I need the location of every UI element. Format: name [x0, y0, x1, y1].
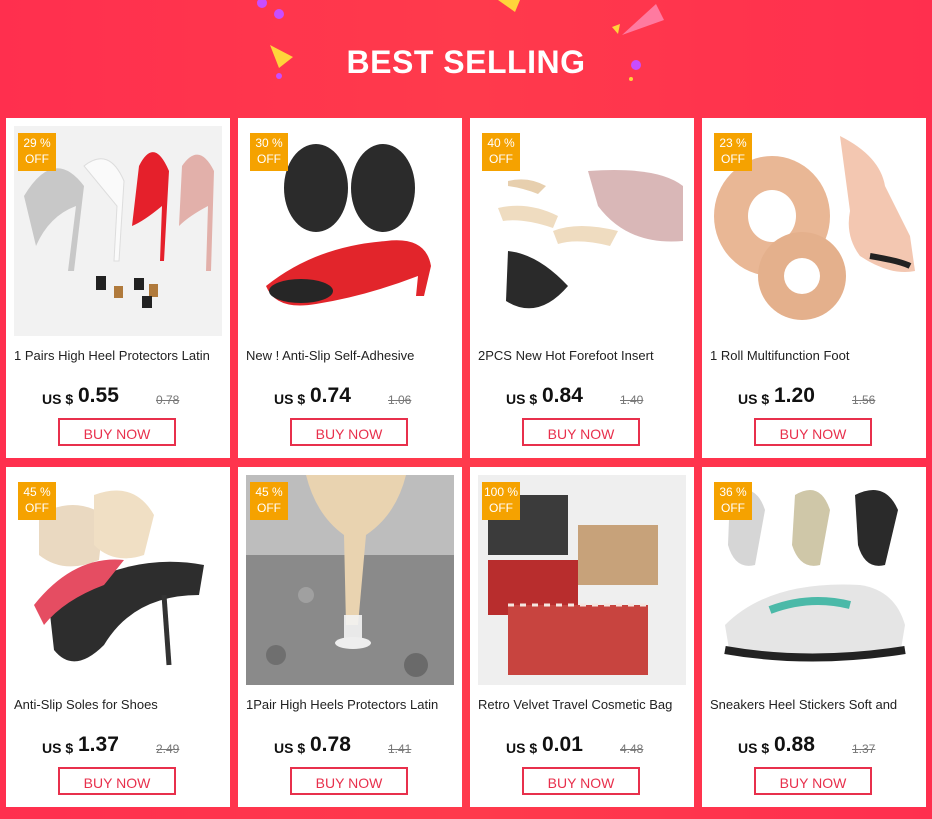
- cosmetic-bag-image[interactable]: 100 % OFF: [478, 475, 686, 685]
- original-price: 4.48: [620, 742, 644, 756]
- discount-badge: 29 % OFF: [18, 133, 56, 171]
- original-price: 1.56: [852, 393, 876, 407]
- product-name[interactable]: 1 Pairs High Heel Protectors Latin: [14, 348, 224, 368]
- sale-price: 1.37: [78, 733, 119, 756]
- discount-badge: 45 % OFF: [18, 482, 56, 520]
- price-row: US $ 0.78 1.41: [274, 733, 454, 763]
- discount-badge: 100 % OFF: [482, 482, 520, 520]
- anti-slip-soles-image[interactable]: 45 % OFF: [14, 475, 222, 685]
- price-row: US $ 1.37 2.49: [42, 733, 222, 763]
- price-row: US $ 0.74 1.06: [274, 384, 454, 414]
- currency-label: US $: [274, 740, 306, 756]
- product-grid: 29 % OFF 1 Pairs High Heel Protectors Lat…: [6, 118, 926, 818]
- sale-price: 1.20: [774, 384, 815, 407]
- original-price: 1.40: [620, 393, 644, 407]
- product-card[interactable]: 45 % OFF 1Pair High Heels Protectors Lati…: [238, 467, 462, 807]
- currency-label: US $: [274, 391, 306, 407]
- currency-label: US $: [506, 740, 538, 756]
- product-card[interactable]: 45 % OFF Anti-Slip Soles for Shoes US $ 1…: [6, 467, 230, 807]
- buy-now-button[interactable]: BUY NOW: [754, 418, 872, 446]
- sale-price: 0.01: [542, 733, 583, 756]
- product-card[interactable]: 23 % OFF 1 Roll Multifunction Foot US $ 1…: [702, 118, 926, 458]
- discount-badge: 36 % OFF: [714, 482, 752, 520]
- sale-price: 0.55: [78, 384, 119, 407]
- discount-badge: 23 % OFF: [714, 133, 752, 171]
- price-row: US $ 1.20 1.56: [738, 384, 918, 414]
- currency-label: US $: [506, 391, 538, 407]
- sale-price: 0.84: [542, 384, 583, 407]
- heel-protector-gravel-image[interactable]: 45 % OFF: [246, 475, 454, 685]
- buy-now-button[interactable]: BUY NOW: [522, 418, 640, 446]
- buy-now-button[interactable]: BUY NOW: [754, 767, 872, 795]
- product-name[interactable]: Retro Velvet Travel Cosmetic Bag: [478, 697, 688, 717]
- original-price: 1.06: [388, 393, 412, 407]
- currency-label: US $: [42, 391, 74, 407]
- discount-badge: 40 % OFF: [482, 133, 520, 171]
- product-name[interactable]: New ! Anti-Slip Self-Adhesive: [246, 348, 456, 368]
- buy-now-button[interactable]: BUY NOW: [290, 767, 408, 795]
- foot-tape-roll-image[interactable]: 23 % OFF: [710, 126, 918, 336]
- price-row: US $ 0.01 4.48: [506, 733, 686, 763]
- sneaker-heel-sticker-image[interactable]: 36 % OFF: [710, 475, 918, 685]
- product-card[interactable]: 100 % OFF Retro Velvet Travel Cosmetic Ba…: [470, 467, 694, 807]
- currency-label: US $: [738, 740, 770, 756]
- buy-now-button[interactable]: BUY NOW: [58, 767, 176, 795]
- original-price: 2.49: [156, 742, 180, 756]
- forefoot-insert-image[interactable]: 40 % OFF: [478, 126, 686, 336]
- discount-badge: 45 % OFF: [250, 482, 288, 520]
- sale-price: 0.88: [774, 733, 815, 756]
- product-card[interactable]: 30 % OFF New ! Anti-Slip Self-Adhesive US…: [238, 118, 462, 458]
- currency-label: US $: [42, 740, 74, 756]
- sale-price: 0.78: [310, 733, 351, 756]
- discount-badge: 30 % OFF: [250, 133, 288, 171]
- price-row: US $ 0.55 0.78: [42, 384, 222, 414]
- buy-now-button[interactable]: BUY NOW: [290, 418, 408, 446]
- original-price: 1.37: [852, 742, 876, 756]
- original-price: 1.41: [388, 742, 412, 756]
- page-title: BEST SELLING: [346, 44, 586, 80]
- product-card[interactable]: 29 % OFF 1 Pairs High Heel Protectors Lat…: [6, 118, 230, 458]
- sale-price: 0.74: [310, 384, 351, 407]
- product-card[interactable]: 36 % OFF Sneakers Heel Stickers Soft and …: [702, 467, 926, 807]
- price-row: US $ 0.84 1.40: [506, 384, 686, 414]
- currency-label: US $: [738, 391, 770, 407]
- product-name[interactable]: 2PCS New Hot Forefoot Insert: [478, 348, 688, 368]
- product-name[interactable]: 1 Roll Multifunction Foot: [710, 348, 920, 368]
- anti-slip-pad-image[interactable]: 30 % OFF: [246, 126, 454, 336]
- buy-now-button[interactable]: BUY NOW: [58, 418, 176, 446]
- price-row: US $ 0.88 1.37: [738, 733, 918, 763]
- product-name[interactable]: Anti-Slip Soles for Shoes: [14, 697, 224, 717]
- product-card[interactable]: 40 % OFF 2PCS New Hot Forefoot Insert US …: [470, 118, 694, 458]
- header: BEST SELLING: [0, 0, 932, 118]
- product-name[interactable]: Sneakers Heel Stickers Soft and: [710, 697, 920, 717]
- original-price: 0.78: [156, 393, 180, 407]
- product-name[interactable]: 1Pair High Heels Protectors Latin: [246, 697, 456, 717]
- heels-protectors-image[interactable]: 29 % OFF: [14, 126, 222, 336]
- buy-now-button[interactable]: BUY NOW: [522, 767, 640, 795]
